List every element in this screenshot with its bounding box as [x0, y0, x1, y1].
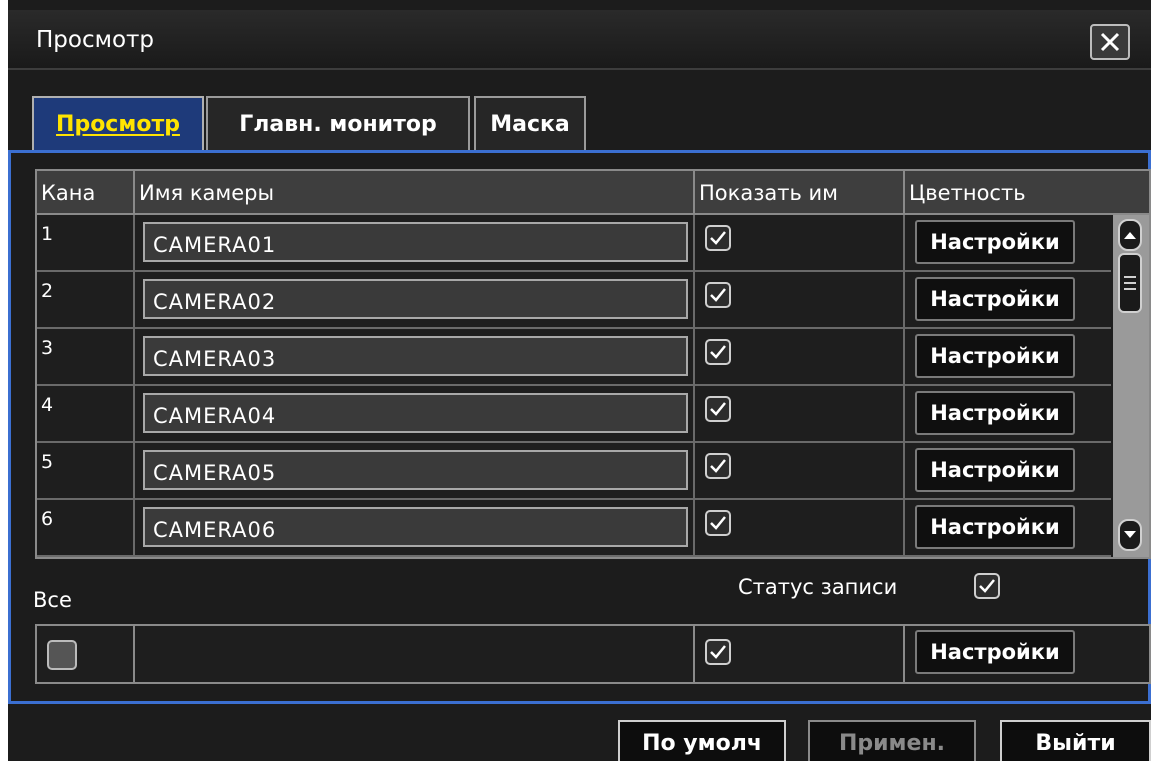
scroll-up-button[interactable]: [1118, 219, 1142, 251]
show-name-checkbox[interactable]: [705, 510, 731, 536]
table-scrollbar[interactable]: [1113, 215, 1149, 557]
camera-name-cell: [135, 500, 695, 557]
camera-name-cell: [135, 329, 695, 386]
channel-number: 3: [37, 329, 135, 386]
camera-name-input[interactable]: [143, 450, 688, 490]
color-cell: Настройки: [905, 443, 1111, 500]
color-cell: Настройки: [905, 215, 1111, 272]
show-name-checkbox[interactable]: [705, 282, 731, 308]
table-row: 6 Настройки: [37, 500, 1111, 557]
channel-number: 4: [37, 386, 135, 443]
check-icon: [710, 516, 726, 530]
table-header: Кана Имя камеры Показать им Цветность: [37, 171, 1149, 215]
select-all-checkbox[interactable]: [47, 640, 77, 670]
column-header-show-name: Показать им: [695, 171, 905, 215]
show-name-cell: [695, 500, 905, 557]
show-name-cell: [695, 443, 905, 500]
chevron-up-icon: [1124, 232, 1136, 239]
tab-preview[interactable]: Просмотр: [32, 96, 204, 150]
camera-name-input[interactable]: [143, 279, 688, 319]
column-header-color: Цветность: [909, 181, 1026, 205]
check-icon: [710, 402, 726, 416]
window-title: Просмотр: [36, 27, 155, 53]
scroll-thumb[interactable]: [1118, 253, 1142, 313]
check-icon: [710, 645, 726, 659]
check-icon: [710, 231, 726, 245]
check-icon: [979, 579, 995, 593]
all-color-settings-button[interactable]: Настройки: [915, 630, 1075, 674]
show-name-cell: [695, 215, 905, 272]
show-name-checkbox[interactable]: [705, 396, 731, 422]
chevron-down-icon: [1124, 531, 1136, 538]
show-name-cell: [695, 272, 905, 329]
scroll-down-button[interactable]: [1118, 519, 1142, 551]
camera-name-cell: [135, 443, 695, 500]
show-name-checkbox[interactable]: [705, 453, 731, 479]
check-icon: [710, 345, 726, 359]
table-row: 5 Настройки: [37, 443, 1111, 500]
column-header-channel: Кана: [37, 171, 135, 215]
color-settings-button[interactable]: Настройки: [915, 448, 1075, 492]
preview-settings-window: Просмотр Просмотр Главн. монитор Маска К…: [8, 0, 1151, 761]
camera-name-cell: [135, 272, 695, 329]
tab-main-monitor-label: Главн. монитор: [239, 111, 437, 137]
column-header-camera-name: Имя камеры: [135, 171, 695, 215]
all-select-cell: [37, 626, 135, 682]
table-row: 3 Настройки: [37, 329, 1111, 386]
exit-button[interactable]: Выйти: [1000, 720, 1151, 761]
color-settings-button[interactable]: Настройки: [915, 391, 1075, 435]
show-name-cell: [695, 329, 905, 386]
all-label: Все: [33, 588, 72, 612]
table-row: 1 Настройки: [37, 215, 1111, 272]
color-settings-button[interactable]: Настройки: [915, 220, 1075, 264]
check-icon: [710, 459, 726, 473]
check-icon: [710, 288, 726, 302]
tab-mask-label: Маска: [490, 111, 570, 137]
record-status-checkbox[interactable]: [974, 573, 1000, 599]
channel-number: 2: [37, 272, 135, 329]
camera-name-input[interactable]: [143, 336, 688, 376]
show-name-checkbox[interactable]: [705, 225, 731, 251]
color-settings-button[interactable]: Настройки: [915, 334, 1075, 378]
color-cell: Настройки: [905, 386, 1111, 443]
default-button[interactable]: По умолч: [618, 720, 786, 761]
title-bar: Просмотр: [8, 10, 1151, 70]
all-channels-row: Настройки: [35, 624, 1151, 684]
table-row: 4 Настройки: [37, 386, 1111, 443]
table-row: 2 Настройки: [37, 272, 1111, 329]
apply-button[interactable]: Примен.: [808, 720, 976, 761]
camera-name-cell: [135, 386, 695, 443]
tab-mask[interactable]: Маска: [474, 96, 586, 150]
show-name-checkbox[interactable]: [705, 339, 731, 365]
channel-number: 6: [37, 500, 135, 557]
camera-table: Кана Имя камеры Показать им Цветность 1 Н…: [35, 169, 1151, 559]
close-button[interactable]: [1090, 24, 1130, 60]
camera-name-cell: [135, 215, 695, 272]
channel-number: 1: [37, 215, 135, 272]
tab-preview-label: Просмотр: [56, 111, 180, 137]
close-icon: [1100, 32, 1120, 52]
tab-main-monitor[interactable]: Главн. монитор: [206, 96, 470, 150]
color-cell: Настройки: [905, 329, 1111, 386]
color-settings-button[interactable]: Настройки: [915, 505, 1075, 549]
color-cell: Настройки: [905, 500, 1111, 557]
show-name-cell: [695, 386, 905, 443]
all-show-name-checkbox[interactable]: [705, 639, 731, 665]
camera-name-input[interactable]: [143, 222, 688, 262]
record-status-label: Статус записи: [738, 575, 898, 599]
all-name-cell: [135, 626, 695, 682]
camera-name-input[interactable]: [143, 507, 688, 547]
channel-number: 5: [37, 443, 135, 500]
all-show-name-cell: [695, 626, 905, 682]
color-settings-button[interactable]: Настройки: [915, 277, 1075, 321]
color-cell: Настройки: [905, 272, 1111, 329]
camera-name-input[interactable]: [143, 393, 688, 433]
